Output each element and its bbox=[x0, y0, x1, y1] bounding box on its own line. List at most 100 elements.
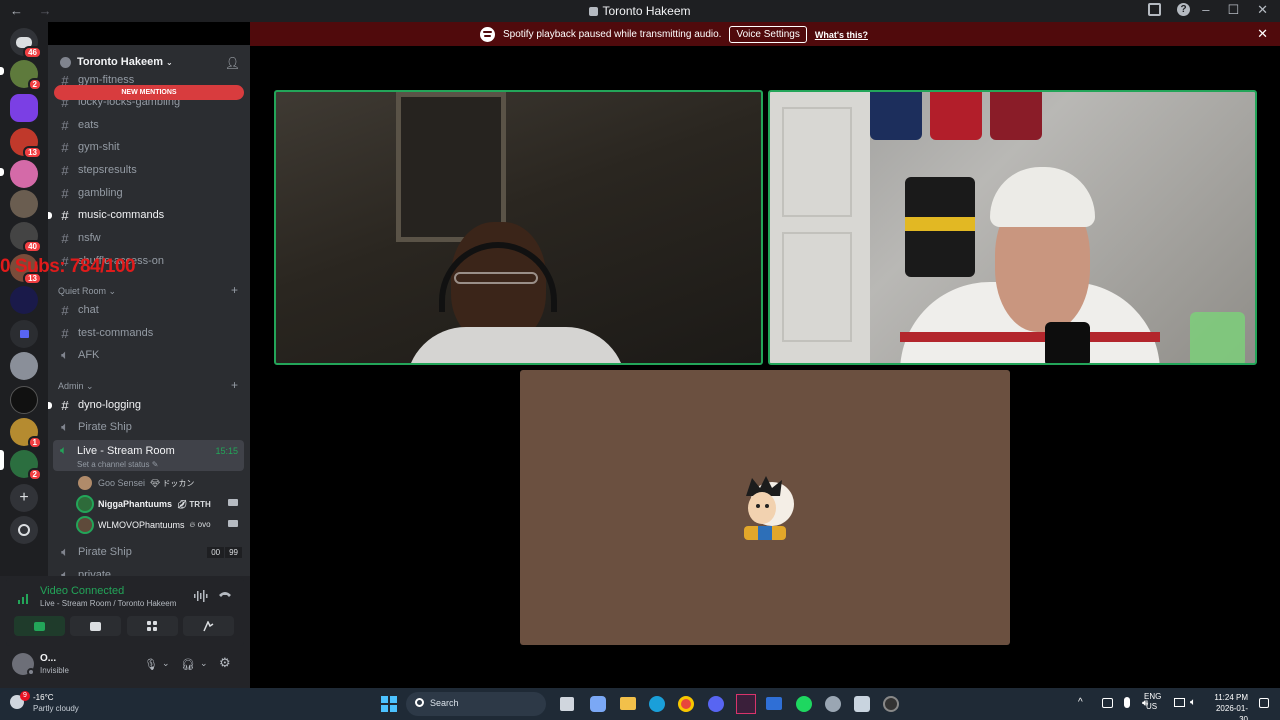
whats-this-link[interactable]: What's this? bbox=[815, 30, 868, 40]
channel-status-prompt[interactable]: Set a channel status ✎ bbox=[77, 460, 158, 469]
channel-eats[interactable]: # eats bbox=[58, 115, 98, 135]
server-icon[interactable]: 2 bbox=[10, 60, 42, 91]
category-quiet-room[interactable]: Quiet Room ⌄ bbox=[58, 286, 116, 297]
obs-icon[interactable] bbox=[883, 696, 899, 712]
voice-settings-button[interactable]: Voice Settings bbox=[729, 26, 807, 43]
video-tile-user-2[interactable] bbox=[768, 90, 1257, 365]
chevron-down-icon[interactable]: ⌄ bbox=[162, 658, 170, 669]
hash-icon: # bbox=[61, 185, 69, 201]
inbox-icon[interactable] bbox=[1148, 3, 1161, 16]
server-icon[interactable]: 13 bbox=[10, 128, 42, 159]
mic-tray-icon[interactable] bbox=[1124, 697, 1130, 708]
channel-music-commands[interactable]: # music-commands bbox=[58, 205, 164, 225]
invite-people-icon[interactable]: 👤︎ bbox=[225, 56, 240, 70]
screen-share-button[interactable] bbox=[70, 616, 121, 636]
voice-channel-pirate-ship[interactable]: 🔈︎ Pirate Ship bbox=[58, 417, 132, 437]
category-label: Admin bbox=[58, 381, 84, 391]
server-icon[interactable] bbox=[10, 286, 38, 314]
discover-button[interactable] bbox=[10, 516, 38, 544]
speaker-tray-icon[interactable]: 🔈︎ bbox=[1190, 697, 1196, 708]
voice-user[interactable]: Goo Sensei 💎︎ ドッカン bbox=[78, 474, 194, 492]
custom-tag: 💋︎ TRTH bbox=[177, 499, 211, 509]
channel-dyno-logging[interactable]: # dyno-logging bbox=[58, 395, 141, 415]
close-notice-icon[interactable]: ✕ bbox=[1257, 26, 1268, 42]
channel-test-commands[interactable]: # test-commands bbox=[58, 323, 153, 343]
activities-button[interactable] bbox=[127, 616, 178, 636]
language-indicator[interactable]: ENG US bbox=[1144, 692, 1161, 712]
voice-channel-afk[interactable]: 🔈︎ AFK bbox=[58, 345, 99, 365]
voice-location[interactable]: Live - Stream Room / Toronto Hakeem bbox=[40, 599, 176, 608]
copilot-icon[interactable] bbox=[590, 696, 606, 712]
hash-icon: # bbox=[61, 325, 69, 341]
chevron-up-icon[interactable]: ^ bbox=[1078, 697, 1083, 708]
edge-icon[interactable] bbox=[649, 696, 665, 712]
speaker-icon: 🔈︎ bbox=[61, 567, 69, 576]
file-explorer-icon[interactable] bbox=[620, 697, 636, 710]
signal-icon[interactable] bbox=[18, 591, 32, 604]
add-server-button[interactable]: + bbox=[10, 484, 38, 512]
close-window-icon[interactable]: ✕ bbox=[1257, 2, 1268, 18]
remote-desktop-icon[interactable] bbox=[766, 697, 782, 710]
notifications-icon[interactable] bbox=[1259, 698, 1269, 708]
settings-gear-icon[interactable]: ⚙ bbox=[219, 655, 231, 671]
hash-icon: # bbox=[61, 397, 69, 413]
server-icon[interactable] bbox=[10, 352, 38, 380]
voice-user[interactable]: WLMOVOPhantuums 🔥︎ ovo bbox=[78, 516, 238, 534]
chevron-down-icon[interactable]: ⌄ bbox=[200, 658, 208, 669]
channel-label: stepsresults bbox=[78, 164, 137, 176]
taskview-icon[interactable] bbox=[560, 697, 574, 711]
voice-channel-pirate-ship-2[interactable]: 🔈︎ Pirate Ship bbox=[58, 542, 132, 562]
video-tile-user-3[interactable] bbox=[520, 370, 1010, 645]
voice-status[interactable]: Video Connected bbox=[40, 585, 124, 597]
user-status-text[interactable]: Invisible bbox=[40, 666, 69, 675]
add-channel-icon[interactable]: + bbox=[231, 283, 238, 297]
help-icon[interactable]: ? bbox=[1177, 3, 1190, 16]
clock[interactable]: 11:24 PM 2026-01-30 bbox=[1208, 692, 1248, 720]
disconnect-icon[interactable] bbox=[218, 589, 232, 602]
headphones-icon[interactable]: 🎧︎ bbox=[181, 658, 195, 671]
channel-stepsresults[interactable]: # stepsresults bbox=[58, 160, 137, 180]
start-button[interactable] bbox=[381, 696, 397, 712]
server-icon[interactable] bbox=[10, 386, 38, 414]
camera-button[interactable] bbox=[14, 616, 65, 636]
soundboard-button[interactable] bbox=[183, 616, 234, 636]
folder-icon[interactable] bbox=[10, 320, 38, 348]
minimize-icon[interactable]: – bbox=[1202, 2, 1209, 18]
voice-user[interactable]: NiggaPhantuums 💋︎ TRTH bbox=[78, 495, 238, 513]
settings-taskbar-icon[interactable] bbox=[825, 696, 841, 712]
microphone-icon[interactable]: 🎙︎ bbox=[144, 658, 158, 671]
channel-gambling[interactable]: # gambling bbox=[58, 183, 122, 203]
maximize-icon[interactable]: ☐ bbox=[1227, 2, 1239, 18]
channel-gym-shit[interactable]: # gym-shit bbox=[58, 137, 119, 157]
new-mentions-banner[interactable]: NEW MENTIONS bbox=[54, 85, 244, 100]
server-icon[interactable] bbox=[10, 160, 38, 188]
channel-nsfw[interactable]: # nsfw bbox=[58, 228, 100, 248]
home-button[interactable]: 46 bbox=[10, 28, 42, 59]
spotify-taskbar-icon[interactable] bbox=[796, 696, 812, 712]
server-icon[interactable]: 40 bbox=[10, 222, 42, 253]
add-channel-icon[interactable]: + bbox=[231, 378, 238, 392]
user-name[interactable]: O... bbox=[40, 653, 56, 664]
search-icon bbox=[415, 698, 424, 707]
background-window bbox=[396, 92, 506, 242]
server-icon[interactable] bbox=[10, 94, 38, 122]
chrome-icon[interactable] bbox=[678, 696, 694, 712]
server-icon[interactable] bbox=[10, 190, 38, 218]
discord-taskbar-icon[interactable] bbox=[708, 696, 724, 712]
video-tile-user-1[interactable] bbox=[274, 90, 763, 365]
channel-private[interactable]: 🔈︎ private bbox=[58, 565, 111, 576]
snipping-tool-icon[interactable] bbox=[854, 696, 870, 712]
network-icon[interactable] bbox=[1102, 698, 1113, 708]
noise-suppression-icon[interactable] bbox=[194, 590, 208, 605]
app-icon[interactable] bbox=[736, 694, 756, 714]
channel-chat[interactable]: # chat bbox=[58, 300, 98, 320]
display-icon[interactable] bbox=[1174, 698, 1185, 707]
chevron-down-icon: ⌄ bbox=[86, 381, 94, 391]
server-icon-active[interactable]: 2 bbox=[10, 450, 42, 481]
server-icon[interactable]: 1 bbox=[10, 418, 42, 449]
category-admin[interactable]: Admin ⌄ bbox=[58, 381, 94, 392]
server-badge: 40 bbox=[23, 240, 42, 253]
guild-icon bbox=[589, 7, 599, 16]
channel-label: dyno-logging bbox=[78, 399, 141, 411]
taskbar-search[interactable]: Search bbox=[406, 692, 546, 716]
